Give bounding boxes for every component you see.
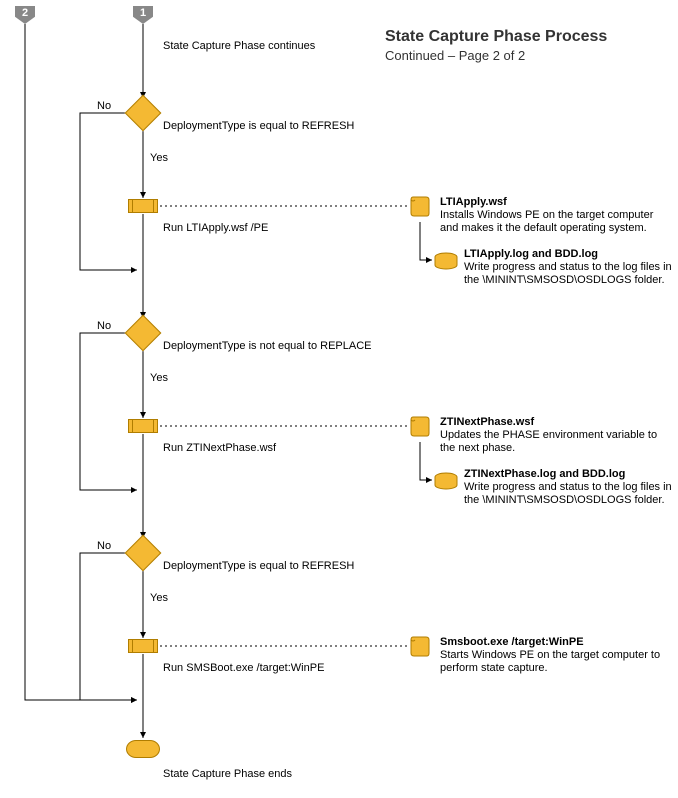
ann1-db-desc: Write progress and status to the log fil… bbox=[464, 261, 678, 287]
scroll-icon bbox=[410, 195, 430, 217]
ann1-db-title: LTIApply.log and BDD.log bbox=[464, 248, 598, 261]
process-1 bbox=[128, 199, 158, 213]
ann3-scroll-title: Smsboot.exe /target:WinPE bbox=[440, 636, 584, 649]
decision-2-no: No bbox=[97, 320, 111, 333]
decision-2-yes: Yes bbox=[150, 372, 168, 385]
page-subtitle: Continued – Page 2 of 2 bbox=[385, 48, 607, 63]
decision-2-text: DeploymentType is not equal to REPLACE bbox=[163, 340, 372, 353]
ann2-db-title: ZTINextPhase.log and BDD.log bbox=[464, 468, 625, 481]
process-2 bbox=[128, 419, 158, 433]
page-header: State Capture Phase Process Continued – … bbox=[385, 28, 607, 63]
ann2-scroll-desc: Updates the PHASE environment variable t… bbox=[440, 429, 670, 455]
ann3-scroll-desc: Starts Windows PE on the target computer… bbox=[440, 649, 670, 675]
process-1-label: Run LTIApply.wsf /PE bbox=[163, 222, 268, 235]
process-3 bbox=[128, 639, 158, 653]
process-2-label: Run ZTINextPhase.wsf bbox=[163, 442, 276, 455]
decision-1-yes: Yes bbox=[150, 152, 168, 165]
decision-1-text: DeploymentType is equal to REFRESH bbox=[163, 120, 354, 133]
decision-3-text: DeploymentType is equal to REFRESH bbox=[163, 560, 354, 573]
scroll-icon bbox=[410, 415, 430, 437]
start-label: State Capture Phase continues bbox=[163, 40, 315, 53]
ann2-db-desc: Write progress and status to the log fil… bbox=[464, 481, 678, 507]
process-3-label: Run SMSBoot.exe /target:WinPE bbox=[163, 662, 324, 675]
decision-3-no: No bbox=[97, 540, 111, 553]
database-icon bbox=[434, 252, 458, 268]
scroll-icon bbox=[410, 635, 430, 657]
ann1-scroll-title: LTIApply.wsf bbox=[440, 196, 507, 209]
decision-3-yes: Yes bbox=[150, 592, 168, 605]
decision-1-no: No bbox=[97, 100, 111, 113]
terminator-end bbox=[126, 740, 160, 758]
database-icon bbox=[434, 472, 458, 488]
end-label: State Capture Phase ends bbox=[163, 768, 292, 781]
page-title: State Capture Phase Process bbox=[385, 28, 607, 46]
ann1-scroll-desc: Installs Windows PE on the target comput… bbox=[440, 209, 670, 235]
ann2-scroll-title: ZTINextPhase.wsf bbox=[440, 416, 534, 429]
